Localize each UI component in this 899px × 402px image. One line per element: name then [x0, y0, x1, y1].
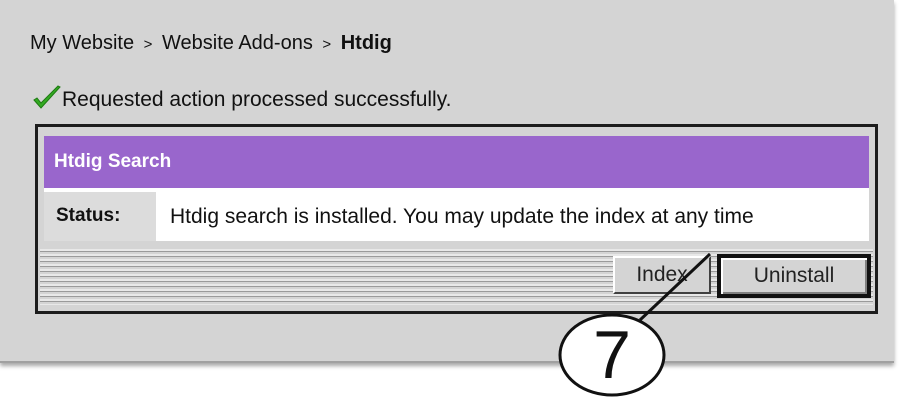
status-label: Status:	[56, 205, 121, 226]
content-panel: My Website > Website Add-ons > Htdig Req…	[0, 0, 894, 363]
uninstall-button[interactable]: Uninstall	[717, 254, 871, 298]
section-title: Htdig Search	[54, 151, 172, 172]
breadcrumb-link-website-add-ons[interactable]: Website Add-ons	[162, 32, 313, 54]
callout-number: 7	[593, 317, 631, 393]
status-row: Status: Htdig search is installed. You m…	[44, 192, 869, 241]
breadcrumb-current: Htdig	[340, 32, 392, 54]
screenshot-stage: My Website > Website Add-ons > Htdig Req…	[0, 0, 899, 402]
htdig-search-table: Htdig Search Status: Htdig search is ins…	[44, 136, 869, 241]
breadcrumb-link-my-website[interactable]: My Website	[30, 32, 134, 54]
section-header: Htdig Search	[44, 136, 869, 192]
success-message: Requested action processed successfully.	[62, 88, 452, 111]
breadcrumb-separator: >	[322, 36, 332, 53]
check-icon	[33, 85, 61, 109]
button-bar: Index Uninstall	[40, 249, 873, 305]
htdig-search-box: Htdig Search Status: Htdig search is ins…	[35, 124, 878, 314]
breadcrumb: My Website > Website Add-ons > Htdig	[30, 32, 392, 55]
index-button[interactable]: Index	[613, 256, 711, 294]
status-label-cell: Status:	[44, 192, 156, 241]
breadcrumb-separator: >	[143, 36, 153, 53]
status-value: Htdig search is installed. You may updat…	[170, 205, 754, 228]
